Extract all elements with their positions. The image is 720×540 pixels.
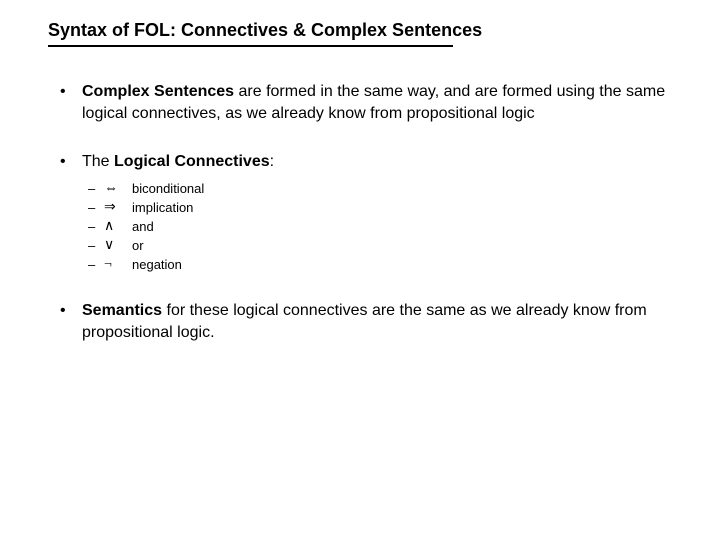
connective-label: negation: [132, 255, 680, 274]
connective-symbol: ⇒: [104, 198, 132, 217]
bullet-bold-lead: Semantics: [82, 302, 162, 319]
bullet-semantics: • Semantics for these logical connective…: [48, 300, 680, 344]
connective-label: implication: [132, 198, 680, 217]
connective-item: – ∧ and: [82, 217, 680, 236]
connective-symbol: ⇔: [104, 179, 132, 198]
connective-symbol: ∨: [104, 236, 132, 255]
dash-marker: –: [82, 217, 104, 236]
connective-symbol: ¬: [104, 255, 132, 274]
connective-symbol: ∧: [104, 217, 132, 236]
bullet-marker: •: [48, 151, 82, 274]
connective-item: – ¬ negation: [82, 255, 680, 274]
dash-marker: –: [82, 255, 104, 274]
connective-item: – ∨ or: [82, 236, 680, 255]
bullet-marker: •: [48, 300, 82, 344]
dash-marker: –: [82, 198, 104, 217]
connective-item: – ⇔ biconditional: [82, 179, 680, 198]
bullet-complex-sentences: • Complex Sentences are formed in the sa…: [48, 81, 680, 125]
bullet-bold-lead: Complex Sentences: [82, 83, 234, 100]
connective-item: – ⇒ implication: [82, 198, 680, 217]
slide-title: Syntax of FOL: Connectives & Complex Sen…: [48, 20, 680, 41]
bullet-text: Semantics for these logical connectives …: [82, 300, 680, 344]
bullet-bold: Logical Connectives: [114, 153, 270, 170]
dash-marker: –: [82, 179, 104, 198]
bullet-pre: The: [82, 153, 114, 170]
bullet-marker: •: [48, 81, 82, 125]
bullet-rest: for these logical connectives are the sa…: [82, 302, 647, 341]
connective-label: or: [132, 236, 680, 255]
connective-label: biconditional: [132, 179, 680, 198]
bullet-text: The Logical Connectives: – ⇔ bicondition…: [82, 151, 680, 274]
connective-label: and: [132, 217, 680, 236]
bullet-post: :: [270, 153, 274, 170]
title-underline: [48, 45, 453, 47]
bullet-logical-connectives: • The Logical Connectives: – ⇔ biconditi…: [48, 151, 680, 274]
bullet-text: Complex Sentences are formed in the same…: [82, 81, 680, 125]
dash-marker: –: [82, 236, 104, 255]
connectives-list: – ⇔ biconditional – ⇒ implication – ∧ an…: [82, 179, 680, 274]
